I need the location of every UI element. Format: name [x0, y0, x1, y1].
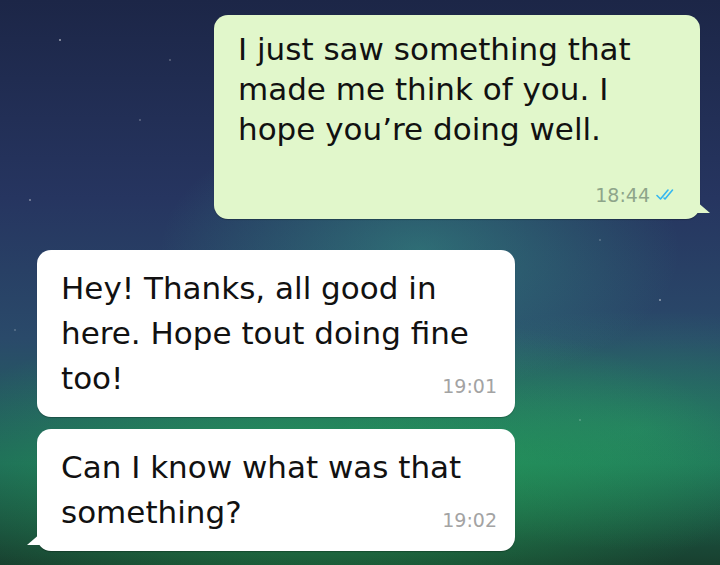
message-text: I just saw something that made me think …: [238, 29, 678, 149]
message-time: 19:01: [442, 374, 497, 398]
message-time: 18:44: [238, 183, 678, 207]
message-text: Hey! Thanks, all good in here. Hope tout…: [61, 266, 491, 401]
message-time: 19:02: [442, 508, 497, 532]
message-text: Can I know what was that something?19:02: [61, 445, 491, 535]
message-bubble[interactable]: Can I know what was that something?19:02: [37, 429, 515, 551]
message-row: I just saw something that made me think …: [37, 15, 700, 219]
message-bubble[interactable]: Hey! Thanks, all good in here. Hope tout…: [37, 250, 515, 417]
message-row: Can I know what was that something?19:02: [37, 429, 700, 551]
message-bubble[interactable]: I just saw something that made me think …: [214, 15, 700, 219]
chat-screen: I just saw something that made me think …: [0, 0, 720, 565]
read-receipt-icon: [656, 188, 678, 202]
message-row: Hey! Thanks, all good in here. Hope tout…: [37, 250, 700, 417]
